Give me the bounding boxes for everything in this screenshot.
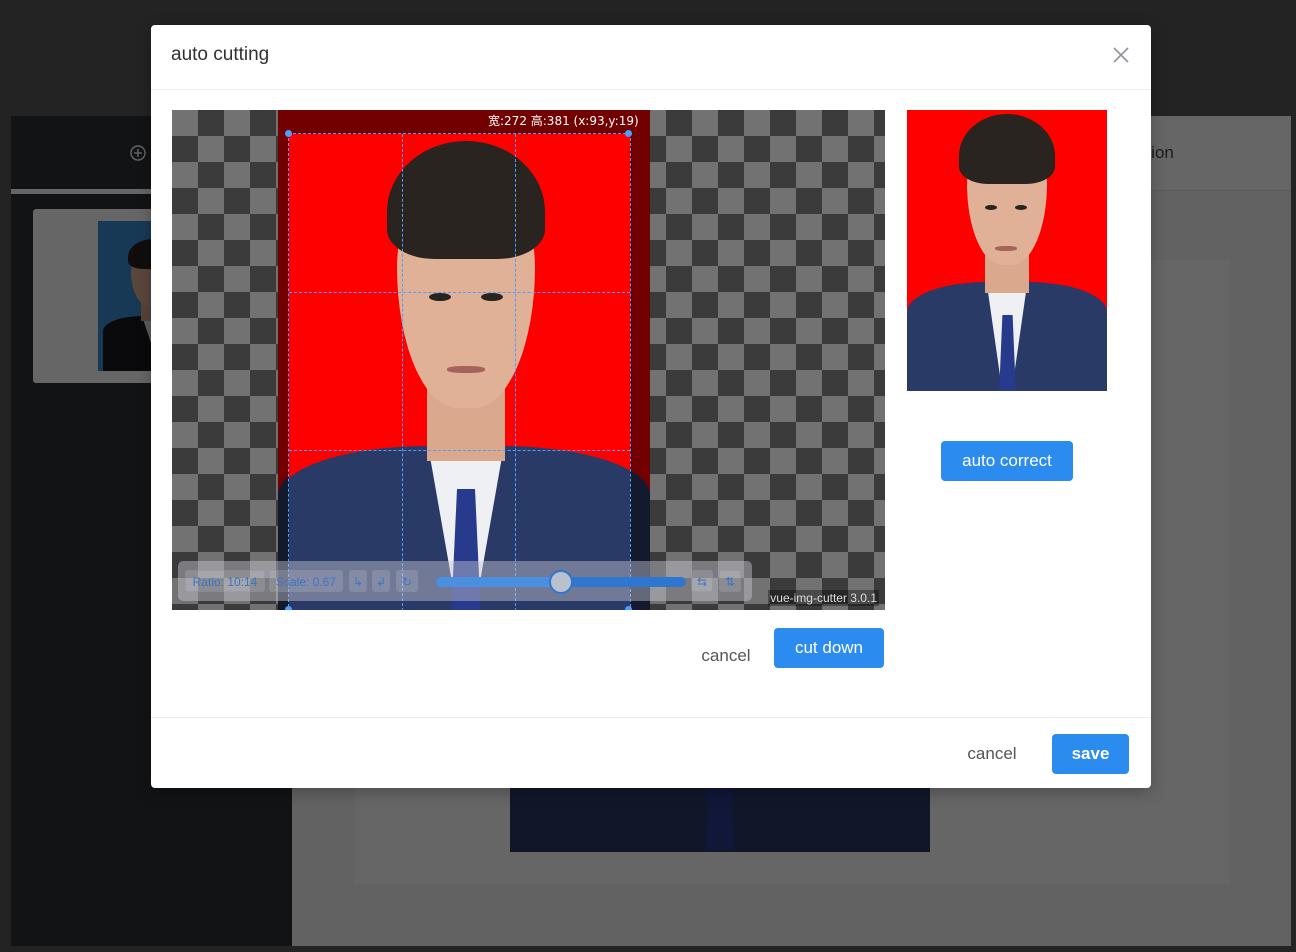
crop-size-label: 宽:272 高:381 (x:93,y:19) <box>488 114 639 128</box>
crop-grid-line <box>289 292 630 293</box>
rotate-icon[interactable]: ↻ <box>396 570 418 592</box>
crop-grid-line <box>515 134 516 610</box>
close-icon[interactable] <box>1111 45 1131 65</box>
crop-grid-line <box>289 450 630 451</box>
crop-box[interactable] <box>288 133 631 610</box>
scale-button[interactable]: Scale: 0.67 <box>269 570 343 592</box>
crop-handle-top-left[interactable] <box>285 130 292 137</box>
zoom-slider-thumb[interactable] <box>549 570 573 594</box>
dialog-header: auto cutting <box>151 25 1151 90</box>
auto-cutting-dialog: auto cutting 宽:272 高:381 (x:93,y:19) Rat… <box>151 25 1151 788</box>
crop-grid-line <box>402 134 403 610</box>
turn-left-icon[interactable]: ↳ <box>349 570 367 592</box>
cut-down-button[interactable]: cut down <box>774 628 884 668</box>
crop-preview <box>907 110 1107 391</box>
zoom-slider-fill <box>436 577 561 587</box>
cutter-toolbar: Ratio: 10:14 Scale: 0.67 ↳ ↲ ↻ ⇆ ⇅ <box>178 561 752 601</box>
dialog-title: auto cutting <box>171 44 270 65</box>
dialog-footer: cancel save <box>151 717 1151 789</box>
flip-vertical-icon[interactable]: ⇅ <box>719 570 741 592</box>
crop-handle-bottom-left[interactable] <box>285 606 292 610</box>
zoom-slider[interactable] <box>436 570 686 594</box>
flip-horizontal-icon[interactable]: ⇆ <box>691 570 713 592</box>
turn-right-icon[interactable]: ↲ <box>372 570 390 592</box>
cutter-cancel-button[interactable]: cancel <box>691 636 761 676</box>
crop-handle-top-right[interactable] <box>625 130 632 137</box>
auto-correct-button[interactable]: auto correct <box>941 441 1073 481</box>
image-cutter[interactable]: 宽:272 高:381 (x:93,y:19) Ratio: 10:14 Sca… <box>172 110 885 610</box>
cutter-version-label: vue-img-cutter 3.0.1 <box>768 590 879 606</box>
save-button[interactable]: save <box>1052 734 1129 774</box>
ratio-button[interactable]: Ratio: 10:14 <box>185 570 265 592</box>
dialog-cancel-button[interactable]: cancel <box>957 734 1027 774</box>
crop-handle-bottom-right[interactable] <box>625 606 632 610</box>
